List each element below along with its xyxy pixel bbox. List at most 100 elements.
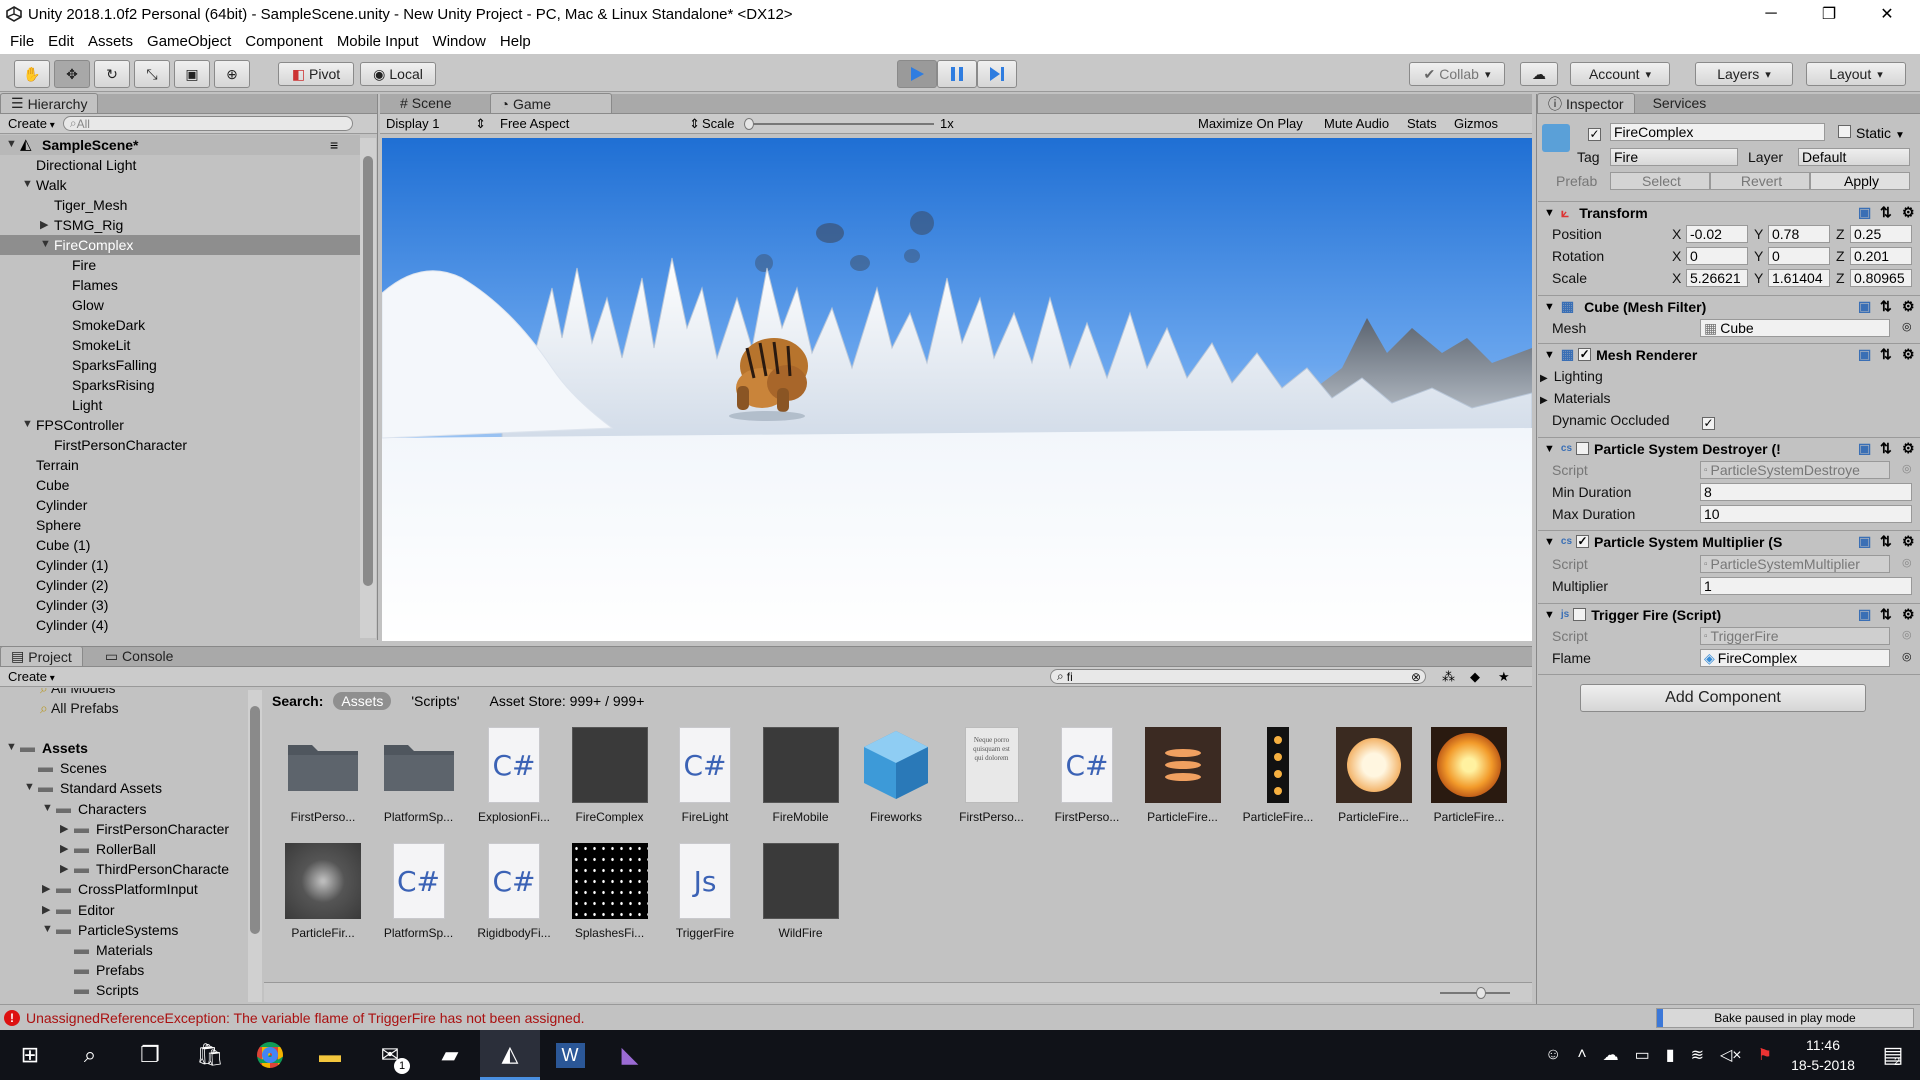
menu-component[interactable]: Component <box>238 33 330 50</box>
tab-services[interactable]: Services <box>1643 93 1717 113</box>
hierarchy-item[interactable]: Directional Light <box>0 155 360 175</box>
help-icon[interactable]: ▣ <box>1858 533 1871 550</box>
asset-item[interactable]: C# FireLight <box>660 726 750 824</box>
tab-scene[interactable]: # Scene <box>390 93 462 113</box>
hierarchy-item[interactable]: SparksFalling <box>0 355 360 375</box>
active-checkbox[interactable]: ✓ <box>1588 125 1606 141</box>
scale-z-field[interactable]: 0.80965 <box>1850 269 1912 287</box>
scene-menu-icon[interactable]: ≡ <box>330 137 338 153</box>
preset-icon[interactable]: ⇅ <box>1880 204 1892 221</box>
rotation-z-field[interactable]: 0.201 <box>1850 247 1912 265</box>
project-folder[interactable]: ▬ Materials <box>0 940 244 960</box>
hierarchy-item[interactable]: Cylinder (4) <box>0 615 360 635</box>
menu-help[interactable]: Help <box>493 33 538 50</box>
account-dropdown[interactable]: Account <box>1570 62 1670 86</box>
tab-project[interactable]: ▤ Project <box>0 646 83 666</box>
layout-dropdown[interactable]: Layout <box>1806 62 1906 86</box>
hierarchy-item[interactable]: FirstPersonCharacter <box>0 435 360 455</box>
hierarchy-item[interactable]: Sphere <box>0 515 360 535</box>
game-viewport[interactable] <box>382 138 1532 641</box>
trigger-fire-checkbox[interactable] <box>1573 608 1587 621</box>
icon-size-slider-thumb[interactable] <box>1476 987 1486 999</box>
chevron-up-icon[interactable]: ˄ <box>1577 1046 1586 1064</box>
rect-tool-button[interactable]: ▣ <box>174 60 210 88</box>
asset-item[interactable]: ParticleFire... <box>1138 726 1228 824</box>
hierarchy-item[interactable]: Glow <box>0 295 360 315</box>
mail-button[interactable]: ✉ 1 <box>360 1030 420 1080</box>
collapse-arrow-icon[interactable]: ▼ <box>6 741 17 753</box>
hierarchy-item[interactable]: Cube (1) <box>0 535 360 555</box>
local-toggle[interactable]: ◉ Local <box>360 62 436 86</box>
object-picker-icon[interactable]: ◎ <box>1902 650 1912 663</box>
hierarchy-item[interactable]: Cylinder (2) <box>0 575 360 595</box>
file-explorer-button[interactable]: ▬ <box>300 1030 360 1080</box>
expand-arrow-icon[interactable]: ▶ <box>60 862 68 875</box>
gear-icon[interactable]: ⚙ <box>1902 298 1915 315</box>
menu-assets[interactable]: Assets <box>81 33 140 50</box>
position-y-field[interactable]: 0.78 <box>1768 225 1830 243</box>
store-button[interactable]: 🛍 <box>180 1030 240 1080</box>
display-icon[interactable]: ▭ <box>1635 1045 1650 1065</box>
menu-gameobject[interactable]: GameObject <box>140 33 238 50</box>
chrome-button[interactable] <box>240 1030 300 1080</box>
restore-button[interactable]: ❐ <box>1800 0 1858 28</box>
scope-assets-button[interactable]: Assets <box>333 692 392 710</box>
project-create-button[interactable]: Create <box>0 669 63 684</box>
display-dropdown[interactable]: Display 1 ⇕ <box>386 116 486 131</box>
asset-item[interactable]: ParticleFire... <box>1233 726 1323 824</box>
aspect-dropdown[interactable]: Free Aspect ⇕ <box>500 116 700 131</box>
tab-game[interactable]: ◔ Game <box>489 93 612 113</box>
move-tool-button[interactable]: ✥ <box>54 60 90 88</box>
hierarchy-item[interactable]: ▼ Walk <box>0 175 360 195</box>
maximize-on-play-toggle[interactable]: Maximize On Play <box>1198 116 1303 131</box>
asset-item[interactable]: C# RigidbodyFi... <box>469 842 559 940</box>
pause-button[interactable] <box>937 60 977 88</box>
hierarchy-scroll-thumb[interactable] <box>363 156 373 586</box>
object-picker-icon[interactable]: ◎ <box>1902 320 1912 333</box>
project-tree-scrollbar[interactable] <box>248 690 262 1002</box>
asset-item[interactable]: C# FirstPerso... <box>1042 726 1132 824</box>
hierarchy-item[interactable]: Flames <box>0 275 360 295</box>
scale-y-field[interactable]: 1.61404 <box>1768 269 1830 287</box>
scale-slider[interactable] <box>744 118 934 130</box>
asset-item[interactable]: ParticleFir... <box>278 842 368 940</box>
project-folder[interactable]: ▬ Scripts <box>0 980 244 1000</box>
help-icon[interactable]: ▣ <box>1858 606 1871 623</box>
onedrive-icon[interactable]: ☁ <box>1603 1045 1619 1065</box>
asset-item[interactable]: ParticleFire... <box>1424 726 1514 824</box>
gear-icon[interactable]: ⚙ <box>1902 606 1915 623</box>
project-folder[interactable]: ▼ ▬ Assets <box>0 738 244 758</box>
object-name-field[interactable]: FireComplex <box>1610 123 1825 141</box>
preset-icon[interactable]: ⇅ <box>1880 606 1892 623</box>
destroyer-header[interactable]: ▼ cs Particle System Destroyer (! ▣ ⇅ ⚙ <box>1538 437 1920 459</box>
step-button[interactable] <box>977 60 1017 88</box>
collapse-arrow-icon[interactable]: ▼ <box>22 418 33 430</box>
battery-icon[interactable]: ▮ <box>1666 1045 1675 1065</box>
position-z-field[interactable]: 0.25 <box>1850 225 1912 243</box>
hierarchy-item[interactable]: Terrain <box>0 455 360 475</box>
hierarchy-item[interactable]: Cube <box>0 475 360 495</box>
prefab-apply-button[interactable]: Apply <box>1810 172 1910 190</box>
hierarchy-item[interactable]: Fire <box>0 255 360 275</box>
action-center-button[interactable]: ▤ 2 <box>1866 1030 1920 1080</box>
project-folder[interactable]: ▬ Scenes <box>0 758 244 778</box>
hierarchy-item[interactable]: Tiger_Mesh <box>0 195 360 215</box>
preset-icon[interactable]: ⇅ <box>1880 346 1892 363</box>
position-x-field[interactable]: -0.02 <box>1686 225 1748 243</box>
asset-store-results[interactable]: Asset Store: 999+ / 999+ <box>490 693 645 709</box>
asset-item[interactable]: Js TriggerFire <box>660 842 750 940</box>
rotation-x-field[interactable]: 0 <box>1686 247 1748 265</box>
flag-icon[interactable]: ⚑ <box>1758 1045 1772 1065</box>
scene-row[interactable]: ▼ ◭ SampleScene* ≡ <box>0 135 360 155</box>
mesh-renderer-checkbox[interactable]: ✓ <box>1578 348 1592 361</box>
collapse-arrow-icon[interactable]: ▼ <box>42 923 53 935</box>
hierarchy-search-input[interactable]: ⌕ All <box>62 116 353 131</box>
help-icon[interactable]: ▣ <box>1858 440 1871 457</box>
layer-dropdown[interactable]: Default <box>1798 148 1910 166</box>
menu-file[interactable]: File <box>3 33 41 50</box>
hierarchy-item[interactable]: ▼ FPSController <box>0 415 360 435</box>
gear-icon[interactable]: ⚙ <box>1902 533 1915 550</box>
tab-inspector[interactable]: ⓘ Inspector <box>1537 93 1635 113</box>
favorite-all-prefabs[interactable]: ⌕ All Prefabs <box>40 700 119 717</box>
hierarchy-item[interactable]: Light <box>0 395 360 415</box>
